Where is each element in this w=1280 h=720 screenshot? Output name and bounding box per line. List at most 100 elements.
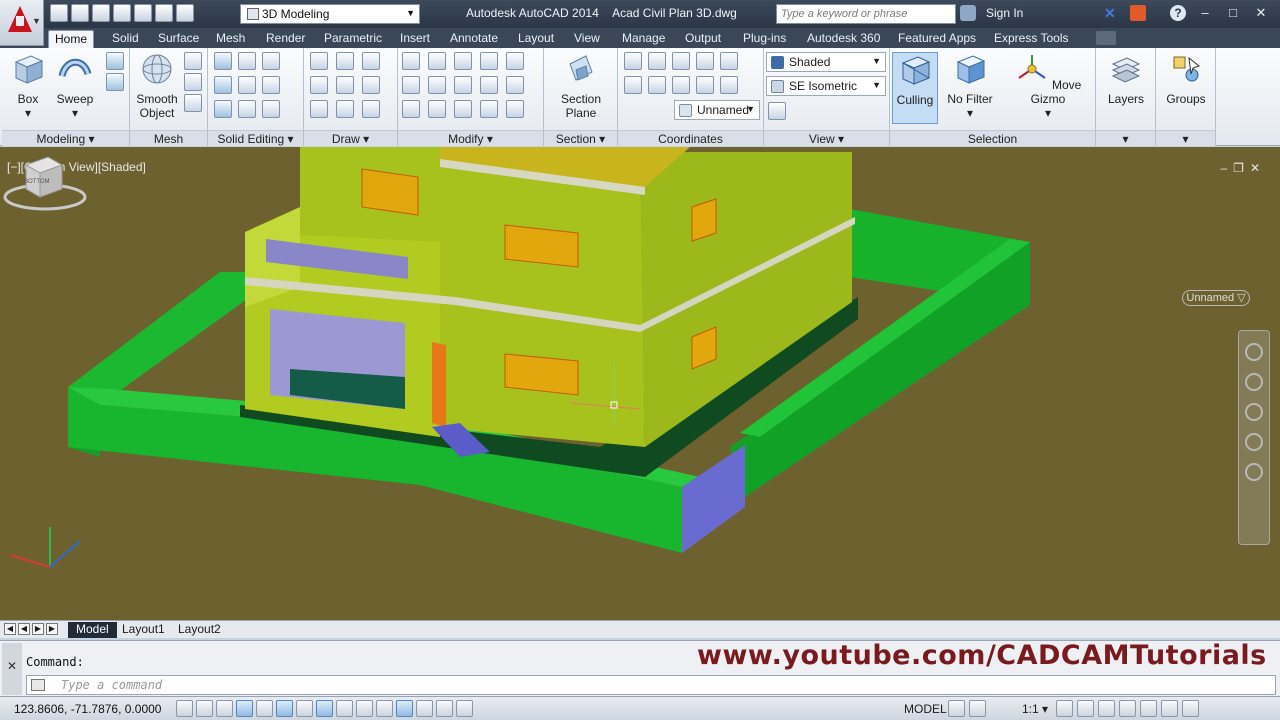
annotation-monitor-icon[interactable] — [456, 700, 473, 717]
minimize-icon[interactable]: – — [1192, 4, 1218, 22]
panel-title-section[interactable]: Section ▾ — [544, 130, 617, 146]
open-file-icon[interactable] — [71, 4, 89, 22]
dynamic-input-icon[interactable] — [356, 700, 373, 717]
scale-icon[interactable] — [454, 100, 472, 118]
save-icon[interactable] — [92, 4, 110, 22]
slice-icon[interactable] — [238, 76, 256, 94]
workspace-switching-icon[interactable] — [1098, 700, 1115, 717]
save-as-icon[interactable] — [113, 4, 131, 22]
viewcube[interactable]: BOTTOM — [0, 147, 90, 217]
panel-title-mesh[interactable]: Mesh — [130, 130, 207, 146]
ribbon-display-toggle[interactable] — [1096, 31, 1116, 45]
next-layout-icon[interactable]: ▶ — [32, 623, 44, 635]
object-snap-icon[interactable] — [276, 700, 293, 717]
chamfer-icon[interactable] — [506, 76, 524, 94]
smooth-more-icon[interactable] — [184, 52, 202, 70]
tab-plug-ins[interactable]: Plug-ins — [737, 30, 792, 48]
new-file-icon[interactable] — [50, 4, 68, 22]
section-plane-button[interactable]: Section Plane — [556, 52, 606, 120]
copy-icon[interactable] — [480, 76, 498, 94]
viewports-icon[interactable] — [768, 102, 786, 120]
ucs-z-icon[interactable] — [720, 52, 738, 70]
ucs-object-icon[interactable] — [648, 76, 666, 94]
exchange-icon[interactable]: ✕ — [1104, 5, 1116, 22]
isolate-objects-icon[interactable] — [1161, 700, 1178, 717]
application-menu-button[interactable]: ▼ — [0, 0, 44, 46]
infer-constraints-icon[interactable] — [176, 700, 193, 717]
polyline-icon[interactable] — [310, 52, 328, 70]
smooth-less-icon[interactable] — [184, 73, 202, 91]
dynamic-ucs-icon[interactable] — [336, 700, 353, 717]
tab-layout[interactable]: Layout — [512, 30, 560, 48]
panel-title-modeling[interactable]: Modeling ▾ — [2, 130, 129, 146]
3d-align-icon[interactable] — [402, 76, 420, 94]
named-view-select[interactable]: Unnamed ▽ — [1182, 290, 1250, 306]
box-button[interactable]: Box ▾ — [8, 52, 48, 120]
tab-manage[interactable]: Manage — [616, 30, 671, 48]
spline-icon[interactable] — [362, 52, 380, 70]
no-filter-button[interactable]: No Filter ▾ — [944, 52, 996, 120]
stretch-icon[interactable] — [480, 100, 498, 118]
panel-title-view[interactable]: View ▾ — [764, 130, 889, 146]
separate-icon[interactable] — [238, 52, 256, 70]
ucs-icon[interactable] — [624, 52, 642, 70]
panel-title-draw[interactable]: Draw ▾ — [304, 130, 397, 146]
3d-move-icon[interactable] — [428, 52, 446, 70]
autodesk-app-store-icon[interactable] — [1130, 5, 1146, 21]
3d-rotate-icon[interactable] — [428, 76, 446, 94]
line-icon[interactable] — [310, 76, 328, 94]
shell-icon[interactable] — [262, 100, 280, 118]
coordinate-readout[interactable]: 123.8606, -71.7876, 0.0000 — [14, 702, 161, 716]
minimize-icon[interactable]: – — [1220, 161, 1227, 175]
clean-screen-icon[interactable] — [1182, 700, 1199, 717]
command-prompt-icon[interactable] — [31, 679, 45, 691]
move-gizmo-button[interactable]: Move Gizmo ▾ — [1010, 52, 1086, 120]
helix-icon[interactable] — [336, 52, 354, 70]
tab-layout2[interactable]: Layout2 — [170, 622, 229, 638]
tab-model[interactable]: Model — [68, 622, 117, 638]
groups-button[interactable]: Groups — [1162, 52, 1210, 106]
tab-home[interactable]: Home — [48, 30, 95, 48]
refine-mesh-icon[interactable] — [184, 94, 202, 112]
tab-surface[interactable]: Surface — [152, 30, 205, 48]
trim-icon[interactable] — [506, 52, 524, 70]
ucs-x-icon[interactable] — [672, 52, 690, 70]
extrude-faces-icon[interactable] — [262, 76, 280, 94]
panel-title-solid-editing[interactable]: Solid Editing ▾ — [208, 130, 303, 146]
ortho-mode-icon[interactable] — [236, 700, 253, 717]
tab-featured-apps[interactable]: Featured Apps — [892, 30, 982, 48]
tab-render[interactable]: Render — [260, 30, 311, 48]
arc-icon[interactable] — [336, 76, 354, 94]
hardware-acceleration-icon[interactable] — [1140, 700, 1157, 717]
sign-in-button[interactable]: Sign In — [986, 6, 1023, 20]
union-icon[interactable] — [214, 52, 232, 70]
tab-express-tools[interactable]: Express Tools — [988, 30, 1074, 48]
ucs-face-icon[interactable] — [672, 76, 690, 94]
annotation-visibility-icon[interactable] — [1056, 700, 1073, 717]
polar-tracking-icon[interactable] — [256, 700, 273, 717]
close-icon[interactable]: ✕ — [1250, 161, 1260, 175]
workspace-select[interactable]: 3D Modeling ▼ — [240, 4, 420, 24]
selection-cycling-icon[interactable] — [436, 700, 453, 717]
first-layout-icon[interactable]: ◀ — [4, 623, 16, 635]
maximize-icon[interactable]: □ — [1220, 4, 1246, 22]
view-direction-select[interactable]: SE Isometric ▼ — [766, 76, 886, 96]
panel-title-groups[interactable]: ▾ — [1156, 130, 1215, 146]
offset-icon[interactable] — [402, 52, 420, 70]
transparency-icon[interactable] — [396, 700, 413, 717]
close-icon[interactable]: ✕ — [7, 659, 17, 673]
3d-object-snap-icon[interactable] — [296, 700, 313, 717]
panel-title-layers[interactable]: ▾ — [1096, 130, 1155, 146]
tab-annotate[interactable]: Annotate — [444, 30, 504, 48]
quick-view-drawings-icon[interactable] — [969, 700, 986, 717]
circle-icon[interactable] — [362, 76, 380, 94]
ucs-zaxis-icon[interactable] — [720, 76, 738, 94]
ellipse-icon[interactable] — [362, 100, 380, 118]
mirror-icon[interactable] — [402, 100, 420, 118]
panel-title-selection[interactable]: Selection — [890, 130, 1095, 146]
tab-layout1[interactable]: Layout1 — [114, 622, 173, 638]
zoom-icon[interactable] — [1245, 403, 1263, 421]
annotation-scale-select[interactable]: 1:1 ▾ — [1022, 702, 1048, 716]
ucs-3point-icon[interactable] — [696, 76, 714, 94]
smooth-object-button[interactable]: Smooth Object — [134, 52, 180, 120]
